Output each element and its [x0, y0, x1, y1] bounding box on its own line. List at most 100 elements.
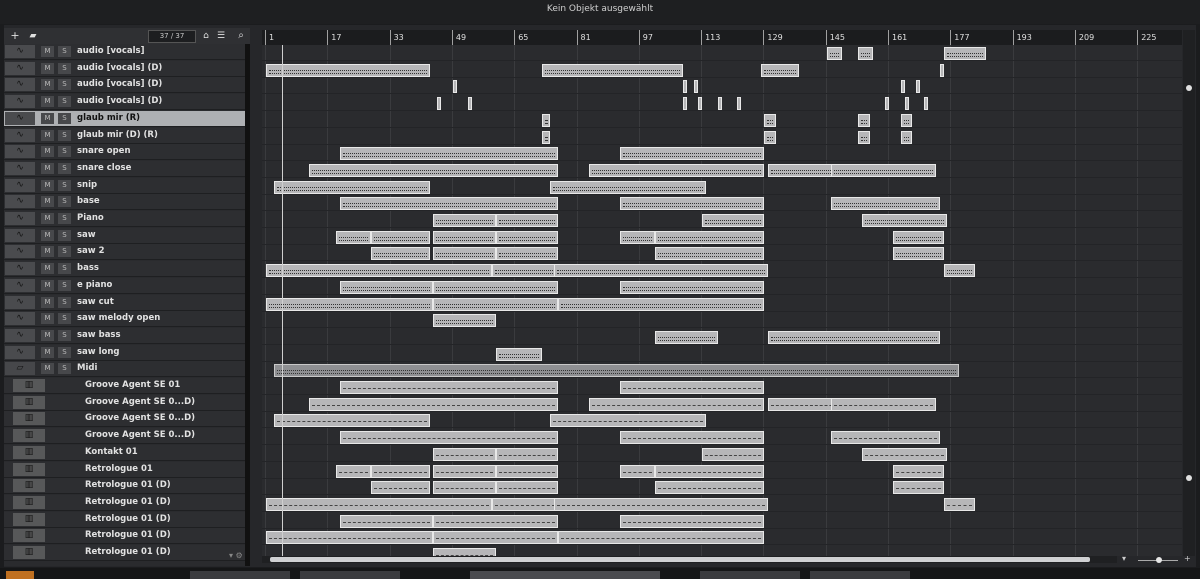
track-row[interactable]: ▥ Retrologue 01 — [4, 461, 245, 478]
solo-button[interactable]: S — [58, 112, 71, 124]
track-lane[interactable] — [262, 212, 1182, 228]
track-row[interactable]: ∿ M Ssaw long — [4, 344, 245, 361]
audio-event[interactable] — [339, 280, 434, 294]
midi-part[interactable] — [892, 481, 944, 495]
track-lane[interactable] — [262, 529, 1182, 546]
midi-part[interactable] — [339, 514, 434, 528]
audio-event[interactable] — [857, 113, 870, 127]
audio-event[interactable] — [861, 214, 948, 227]
track-view-icon[interactable]: ⌂ — [199, 29, 213, 43]
solo-button[interactable]: S — [58, 313, 71, 325]
midi-part[interactable] — [861, 447, 948, 461]
midi-part[interactable] — [433, 514, 559, 528]
track-row[interactable]: ▥ Groove Agent SE 0...D) — [4, 411, 245, 428]
solo-button[interactable]: S — [58, 363, 71, 375]
audio-event[interactable] — [620, 197, 765, 211]
track-row[interactable]: ∿ M Saudio [vocals] (D) — [4, 60, 245, 77]
audio-event[interactable] — [433, 230, 496, 244]
midi-part[interactable] — [655, 481, 765, 495]
midi-part[interactable] — [336, 464, 372, 478]
midi-part[interactable] — [589, 397, 765, 411]
audio-event[interactable] — [336, 230, 372, 244]
track-lane[interactable] — [262, 45, 1182, 61]
midi-part[interactable] — [339, 381, 559, 394]
transport-panel[interactable] — [470, 571, 660, 579]
mute-button[interactable]: M — [41, 179, 54, 191]
midi-part[interactable] — [892, 464, 944, 478]
track-row[interactable]: ∿ M S Piano — [4, 211, 245, 227]
track-row[interactable]: ∿ M Saudio [vocals] (D) — [4, 94, 245, 111]
mute-button[interactable]: M — [41, 96, 54, 108]
mute-button[interactable]: M — [41, 146, 54, 158]
folder-icon[interactable]: ▰ — [26, 29, 40, 43]
solo-button[interactable]: S — [58, 213, 71, 224]
audio-event[interactable] — [495, 347, 543, 361]
track-row[interactable]: ▥ Groove Agent SE 0...D) — [4, 394, 245, 411]
solo-button[interactable]: S — [58, 296, 71, 308]
midi-part[interactable] — [433, 548, 496, 556]
track-row[interactable]: ▥ Retrologue 01 (D) — [4, 528, 245, 545]
horizontal-scroll-thumb[interactable] — [270, 557, 1090, 562]
arrange-area[interactable]: 1 17 33 49 65 81 97 113 129 145 161 177 193 209 225 — [262, 30, 1182, 556]
mute-button[interactable]: M — [41, 129, 54, 141]
track-lane[interactable] — [262, 513, 1182, 529]
solo-button[interactable]: S — [58, 329, 71, 341]
track-lane[interactable] — [262, 262, 1182, 279]
audio-event[interactable] — [589, 163, 765, 177]
audio-event[interactable] — [433, 247, 496, 261]
track-row[interactable]: ∿ M Saudio [vocals] — [4, 44, 245, 60]
zoom-out-icon[interactable]: ▾ — [1122, 554, 1126, 563]
track-lane[interactable] — [262, 496, 1182, 512]
status-button[interactable] — [6, 571, 34, 579]
audio-event[interactable] — [542, 113, 551, 127]
track-row[interactable]: ▥ Retrologue 01 (D) — [4, 478, 245, 495]
track-lane[interactable] — [262, 95, 1182, 112]
solo-button[interactable]: S — [58, 46, 71, 57]
track-row[interactable]: ∿ M Ssaw — [4, 227, 245, 244]
list-icon[interactable]: ☰ — [214, 29, 228, 43]
midi-part[interactable] — [655, 464, 765, 478]
midi-part[interactable] — [339, 431, 559, 445]
track-lane[interactable] — [262, 463, 1182, 479]
track-lane[interactable] — [262, 195, 1182, 212]
audio-event[interactable] — [737, 97, 742, 111]
solo-button[interactable]: S — [58, 129, 71, 141]
midi-part[interactable] — [943, 497, 975, 511]
audio-event[interactable] — [554, 264, 769, 278]
midi-part[interactable] — [550, 414, 706, 428]
solo-button[interactable]: S — [58, 162, 71, 174]
audio-event[interactable] — [433, 280, 559, 294]
track-lane[interactable] — [262, 129, 1182, 145]
mute-button[interactable]: M — [41, 112, 54, 124]
midi-part[interactable] — [495, 447, 559, 461]
track-row[interactable]: ∿ M Sglaub mir (R) — [4, 110, 245, 127]
track-row[interactable]: ∿ M Sbase — [4, 194, 245, 211]
track-lane[interactable] — [262, 62, 1182, 78]
track-row[interactable]: ▥ Kontakt 01 — [4, 444, 245, 461]
track-lane[interactable] — [262, 162, 1182, 178]
track-row[interactable]: ▱ M S Midi — [4, 361, 245, 378]
mute-button[interactable]: M — [41, 279, 54, 291]
midi-part[interactable] — [620, 514, 765, 528]
solo-button[interactable]: S — [58, 179, 71, 191]
ruler[interactable]: 1 17 33 49 65 81 97 113 129 145 161 177 193 209 225 — [262, 30, 1182, 45]
audio-event[interactable] — [764, 130, 777, 144]
midi-part[interactable] — [830, 431, 940, 445]
audio-event[interactable] — [900, 130, 913, 144]
mute-button[interactable]: M — [41, 263, 54, 275]
track-row[interactable]: ∿ M Sglaub mir (D) (R) — [4, 127, 245, 144]
audio-event[interactable] — [495, 230, 559, 244]
audio-event[interactable] — [542, 63, 683, 77]
midi-part[interactable] — [266, 497, 492, 511]
mute-button[interactable]: M — [41, 79, 54, 91]
midi-part[interactable] — [266, 531, 434, 545]
track-row[interactable]: ▥ Groove Agent SE 0...D) — [4, 428, 245, 445]
audio-event[interactable] — [371, 230, 430, 244]
solo-button[interactable]: S — [58, 263, 71, 275]
audio-event[interactable] — [495, 247, 559, 261]
track-row[interactable]: ∿ M Ssaw melody open — [4, 311, 245, 328]
track-lane[interactable] — [262, 112, 1182, 128]
audio-event[interactable] — [655, 230, 765, 244]
audio-event[interactable] — [620, 230, 656, 244]
midi-part[interactable] — [830, 397, 936, 411]
